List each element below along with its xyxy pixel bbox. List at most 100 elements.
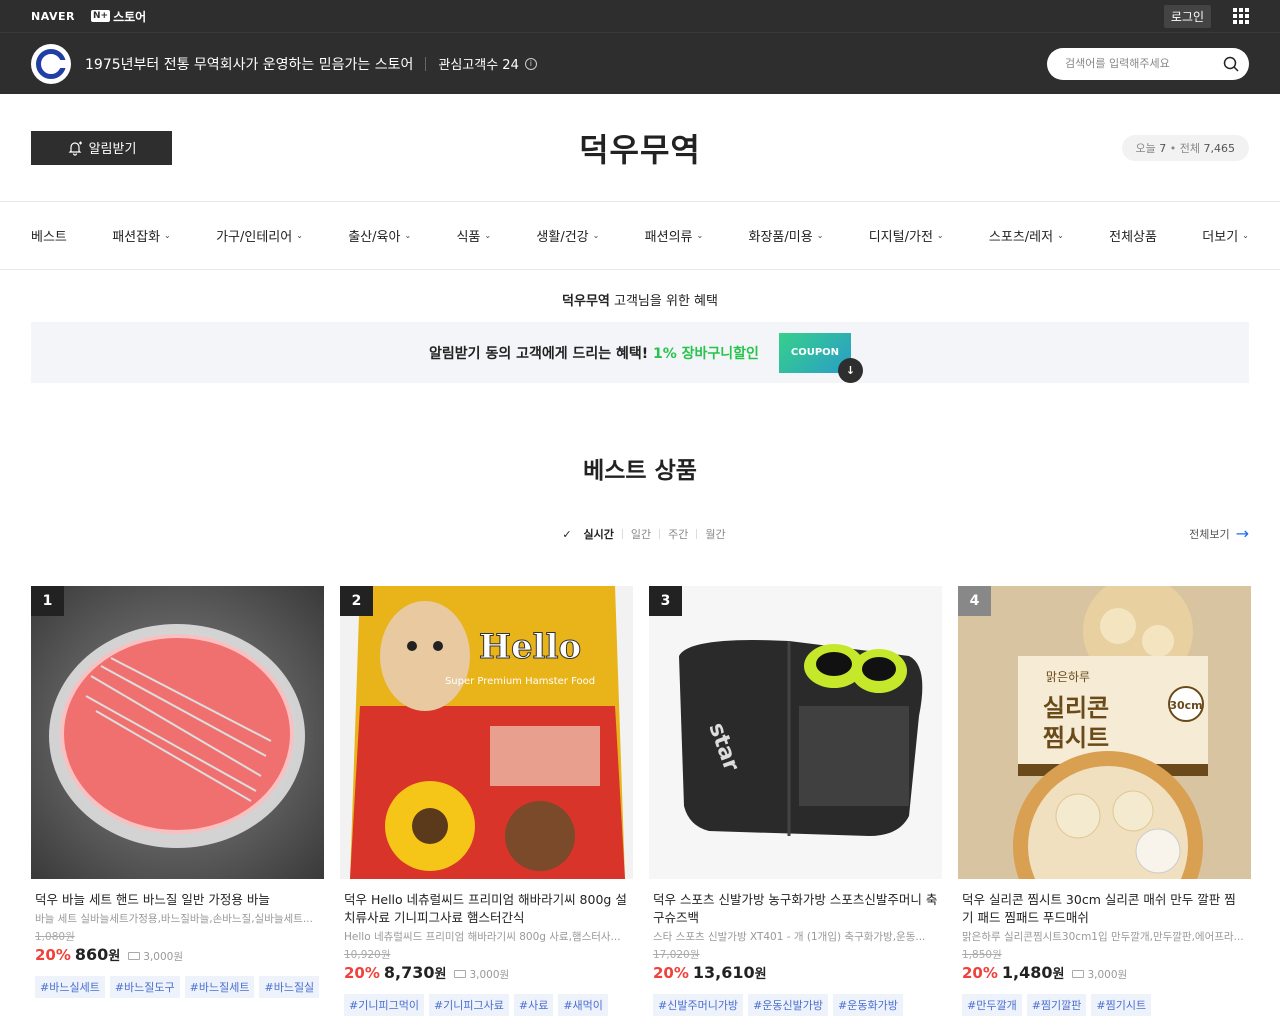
product-thumbnail[interactable]: 4 맑은하루 실리콘 찜시트 30cm (958, 586, 1251, 879)
price-value: 860 (74, 945, 109, 964)
product-thumbnail[interactable]: 1 (31, 586, 324, 879)
fan-count-label: 관심고객수 24 (438, 58, 519, 73)
fan-count: 관심고객수 24 i (438, 54, 537, 73)
chevron-down-icon: ⌄ (936, 231, 944, 240)
product-tag[interactable]: #운동신발가방 (748, 994, 828, 1016)
store-title[interactable]: 덕우무역 (579, 125, 701, 171)
banner-text: 알림받기 동의 고객에게 드리는 혜택! (429, 345, 654, 362)
store-slogan: 1975년부터 전통 무역회사가 운영하는 믿음가는 스토어 (85, 56, 414, 73)
category-item[interactable]: 생활/건강 ⌄ (536, 226, 599, 245)
coupon-banner[interactable]: 알림받기 동의 고객에게 드리는 혜택! 1% 장바구니할인 COUPON ↓ (31, 322, 1249, 383)
nplus-text: 스토어 (113, 9, 147, 24)
category-nav: 베스트 패션잡화 ⌄ 가구/인테리어 ⌄ 출산/육아 ⌄ 식품 ⌄ 생활/건강 ⌄ 패션의류 ⌄ 화장품/… (0, 201, 1280, 270)
category-item[interactable]: 화장품/미용 ⌄ (749, 226, 824, 245)
top-bar: NAVER N+ 스토어 로그인 1975년부터 전통 무역회사가 운영하는 믿… (0, 0, 1280, 94)
rank-badge: 4 (958, 586, 991, 616)
info-icon[interactable]: i (524, 57, 537, 70)
product-tag[interactable]: #사료 (513, 994, 554, 1016)
apps-grid-icon[interactable] (1233, 8, 1249, 24)
category-item[interactable]: 패션잡화 ⌄ (112, 226, 171, 245)
category-item[interactable]: 스포츠/레저 ⌄ (989, 226, 1064, 245)
shipping-value: 3,000원 (143, 950, 184, 963)
product-tag[interactable]: #바느질실 (259, 976, 320, 998)
product-card[interactable]: 1 덕우 바늘 세트 핸드 바느질 일반 가정용 바늘 바늘 세트 실바늘세트가… (31, 586, 324, 1016)
download-icon[interactable]: ↓ (837, 357, 863, 383)
search-input[interactable] (1065, 57, 1215, 70)
product-tag[interactable]: #만두깔개 (962, 994, 1022, 1016)
category-item[interactable]: 디지털/가전 ⌄ (869, 226, 944, 245)
category-item[interactable]: 가구/인테리어 ⌄ (216, 226, 303, 245)
product-tag[interactable]: #운동화가방 (833, 994, 903, 1016)
product-image[interactable]: 맑은하루 실리콘 찜시트 30cm (958, 586, 1251, 879)
period-tab[interactable]: ✓ 실시간 (546, 526, 621, 542)
original-price: 10,920원 (344, 949, 391, 961)
nplus-store-logo[interactable]: N+ 스토어 (90, 8, 147, 25)
nplus-box: N+ (90, 10, 111, 22)
coupon-download-button[interactable]: COUPON ↓ (778, 332, 863, 383)
product-name[interactable]: 덕우 스포츠 신발가방 농구화가방 스포츠신발주머니 축구슈즈백 (649, 891, 942, 927)
category-label: 더보기 (1202, 230, 1239, 245)
search-icon[interactable] (1223, 56, 1239, 72)
benefit-suffix: 고객님을 위한 혜택 (609, 294, 718, 309)
product-tag[interactable]: #신발주머니가방 (653, 994, 744, 1016)
period-label: 월간 (705, 528, 726, 541)
naver-logo[interactable]: NAVER (31, 10, 75, 23)
total-label: 전체 (1179, 141, 1200, 155)
product-image[interactable]: star (649, 586, 942, 879)
product-description: 바늘 세트 실바늘세트가정용,바느질바늘,손바느질,실바늘세트... (35, 913, 313, 925)
product-tag[interactable]: #새먹이 (558, 994, 608, 1016)
shipping-value: 3,000원 (1087, 968, 1128, 981)
category-item[interactable]: 베스트 (31, 226, 67, 245)
shipping-fee: 3,000원 (128, 949, 183, 964)
product-tag[interactable]: #바느질세트 (184, 976, 255, 998)
period-tab[interactable]: 주간 (660, 526, 696, 542)
period-tab[interactable]: 월간 (697, 526, 733, 542)
product-tag[interactable]: #바느질도구 (109, 976, 180, 998)
category-item[interactable]: 출산/육아 ⌄ (348, 226, 411, 245)
truck-icon (128, 952, 141, 960)
search-box[interactable] (1047, 47, 1249, 80)
product-tag[interactable]: #기니피그사료 (428, 994, 509, 1016)
benefit-store: 덕우무역 (562, 294, 610, 309)
product-tag[interactable]: #찜기깔판 (1026, 994, 1087, 1016)
product-tag[interactable]: #기니피그먹이 (344, 994, 424, 1016)
product-name[interactable]: 덕우 실리콘 찜시트 30cm 실리콘 매쉬 만두 깔판 찜기 패드 찜패드 푸… (958, 891, 1251, 927)
product-card[interactable]: 2 Hello Super Premium Hamster Food 덕우 He… (340, 586, 633, 1016)
category-item[interactable]: 패션의류 ⌄ (645, 226, 704, 245)
discount-rate: 20% (344, 964, 380, 982)
product-card[interactable]: 3 star 덕우 스포츠 신발가방 농구화가방 스포츠신발주머니 축구슈즈백 … (649, 586, 942, 1016)
store-logo[interactable] (31, 43, 71, 84)
product-name[interactable]: 덕우 바늘 세트 핸드 바느질 일반 가정용 바늘 (31, 891, 324, 909)
svg-text:Hello: Hello (479, 627, 581, 667)
price-value: 8,730 (383, 963, 435, 982)
product-thumbnail[interactable]: 3 star (649, 586, 942, 879)
product-image[interactable]: Hello Super Premium Hamster Food (340, 586, 633, 879)
product-tag[interactable]: #바느실세트 (35, 976, 105, 998)
chevron-down-icon: ⌄ (592, 231, 600, 240)
login-button[interactable]: 로그인 (1163, 4, 1211, 28)
product-tag[interactable]: #찜기시트 (1091, 994, 1152, 1016)
category-label: 패션의류 (644, 230, 693, 245)
category-item[interactable]: 더보기 ⌄ (1202, 226, 1249, 245)
discount-rate: 20% (653, 964, 689, 982)
notify-button[interactable]: 알림받기 (31, 130, 172, 165)
product-description: 스타 스포츠 신발가방 XT401 - 개 (1개입) 축구화가방,운동... (653, 931, 926, 943)
product-thumbnail[interactable]: 2 Hello Super Premium Hamster Food (340, 586, 633, 879)
svg-text:30cm: 30cm (1169, 699, 1202, 712)
period-tab[interactable]: 일간 (623, 526, 659, 542)
product-tags: #만두깔개 #찜기깔판 #찜기시트 (958, 994, 1251, 1016)
product-name[interactable]: 덕우 Hello 네츄럴씨드 프리미엄 해바라기씨 800g 설치류사료 기니피… (340, 891, 633, 927)
period-tabs: ✓ 실시간 일간 주간 월간 (0, 526, 1280, 542)
product-image[interactable] (31, 586, 324, 879)
category-item[interactable]: 전체상품 (1109, 226, 1157, 245)
category-item[interactable]: 식품 ⌄ (456, 226, 491, 245)
svg-text:Super Premium Hamster Food: Super Premium Hamster Food (445, 676, 595, 687)
today-count: 7 (1159, 141, 1167, 155)
category-label: 출산/육아 (348, 230, 401, 245)
sale-price: 20% 1,480 원 3,000원 (958, 963, 1251, 982)
store-bar: 1975년부터 전통 무역회사가 운영하는 믿음가는 스토어 관심고객수 24 … (0, 32, 1280, 94)
period-label: 실시간 (583, 528, 614, 541)
chevron-down-icon: ⌄ (696, 231, 704, 240)
product-card[interactable]: 4 맑은하루 실리콘 찜시트 30cm 덕우 실리콘 찜시트 30cm 실리콘 … (958, 586, 1251, 1016)
view-all-link[interactable]: 전체보기 → (1189, 526, 1249, 542)
